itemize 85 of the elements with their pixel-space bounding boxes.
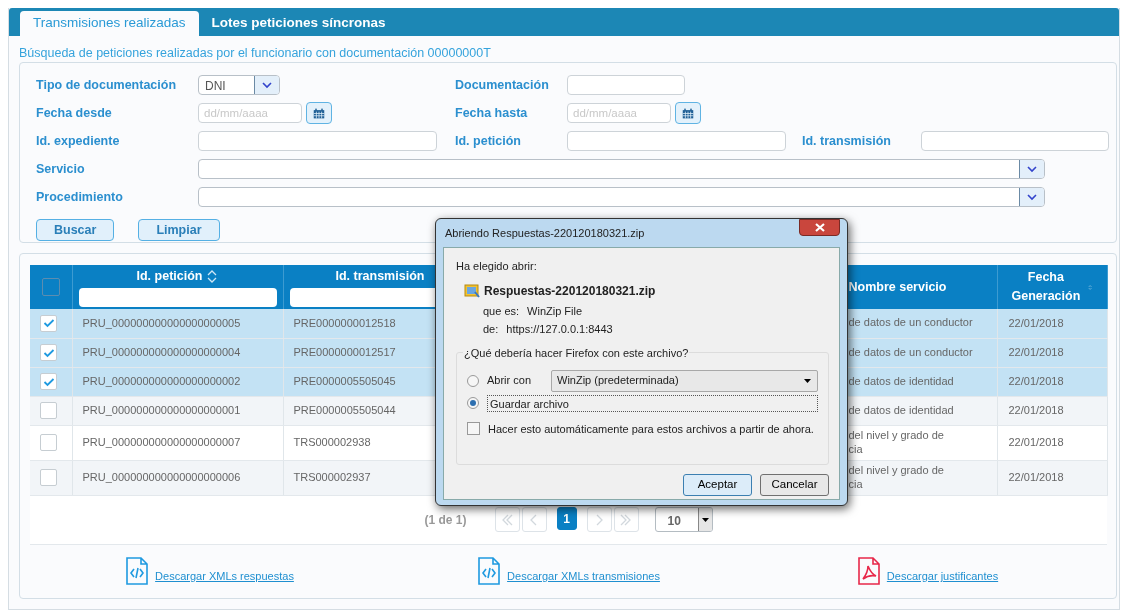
select-field[interactable] [198,159,1045,179]
check-icon [42,318,55,329]
option-label[interactable]: Guardar archivo [487,394,818,412]
table-cell: 22/01/2018 [997,396,1107,425]
intro-text: Ha elegido abrir: [456,259,538,274]
app-select[interactable]: WinZip (predeterminada) [551,369,818,392]
table-cell: 22/01/2018 [997,309,1107,338]
pdf-file-icon [856,556,881,585]
table-cell: 22/01/2018 [997,367,1107,396]
section-heading: Búsqueda de peticiones realizadas por el funcionario con documentación 00000000T [18,45,492,62]
dialog-title: Abriendo Respuestas-220120180321.zip [445,225,645,241]
table-cell: 22/01/2018 [997,460,1107,495]
input-field[interactable] [567,75,685,95]
code-file-icon [125,556,150,585]
input-field[interactable] [567,131,786,151]
download-link[interactable]: Descargar XMLs transmisiones [507,568,660,585]
previous-page-button[interactable] [521,507,547,532]
calendar-button[interactable] [306,102,332,124]
last-page-button[interactable] [613,507,639,532]
table-cell: 22/01/2018 [997,338,1107,367]
download-link[interactable]: Descargar justificantes [886,568,999,585]
detail-value: https://127.0.0.1:8443 [506,322,613,337]
table-cell: PRU_000000000000000000002 [72,367,283,396]
field-label: Fecha hasta [455,104,529,122]
column-header[interactable]: Id. transmisión [335,266,425,286]
chevron-down-icon [261,80,273,90]
close-button[interactable] [799,219,840,236]
table-cell: PRU_000000000000000000004 [72,338,283,367]
checkbox[interactable] [467,422,480,436]
next-page-button[interactable] [586,507,612,532]
check-icon [42,376,55,387]
page-summary: (1 de 1) [424,511,467,529]
column-header[interactable]: Id. petición [136,266,203,286]
first-page-button[interactable] [494,507,520,532]
table-cell: 22/01/2018 [997,425,1107,460]
dialog-button[interactable]: Aceptar [683,473,752,496]
action-button[interactable]: Limpiar [138,219,220,241]
file-name: Respuestas-220120180321.zip [484,282,656,300]
download-link[interactable]: Descargar XMLs respuestas [155,568,294,585]
page-size-select[interactable]: 10 [654,507,713,532]
table-cell: PRU_000000000000000000006 [72,460,283,495]
row-checkbox[interactable] [40,373,57,390]
input-field[interactable] [921,131,1109,151]
filter-field[interactable] [78,288,277,308]
check-icon [42,347,55,358]
field-label: Fecha desde [36,104,113,122]
field-label: Id. transmisión [802,132,892,150]
row-checkbox[interactable] [40,434,57,451]
last-page-icon [620,513,632,526]
field-label: Servicio [36,160,86,178]
table-cell: PRU_000000000000000000001 [72,396,283,425]
chevron-down-icon [1026,164,1038,174]
code-file-icon [477,556,502,585]
table-cell: PRU_000000000000000000007 [72,425,283,460]
sort-icon[interactable] [206,268,219,284]
close-icon [814,223,825,232]
caret-down-icon [804,378,811,383]
radio-button[interactable] [467,397,479,409]
field-label: Documentación [455,76,550,94]
dialog-button[interactable]: Cancelar [760,473,829,496]
archive-file-icon [464,283,480,298]
action-button[interactable]: Buscar [36,219,115,241]
tab[interactable]: Transmisiones realizadas [20,11,199,36]
table-cell: PRU_000000000000000000005 [72,309,283,338]
radio-button[interactable] [467,374,479,387]
caret-down-icon [701,517,709,522]
option-label[interactable]: Abrir con [487,372,543,389]
row-checkbox[interactable] [40,314,57,332]
page-button[interactable]: 1 [556,507,577,530]
row-checkbox[interactable] [40,344,57,361]
first-page-icon [501,513,513,526]
row-checkbox[interactable] [40,469,57,486]
field-label: Tipo de documentación [36,76,178,94]
field-label: Procedimiento [36,188,124,206]
chevron-down-icon [1026,192,1038,202]
field-label: Id. expediente [36,132,121,150]
input-field[interactable] [198,131,437,151]
select-field[interactable] [198,187,1045,207]
tab[interactable]: Lotes peticiones síncronas [198,11,399,36]
select-field[interactable]: DNI [198,75,280,95]
row-checkbox[interactable] [40,402,57,419]
select-all-checkbox[interactable] [42,278,60,296]
field-label: Id. petición [455,132,522,150]
detail-label: de: [483,322,499,337]
calendar-button[interactable] [675,102,701,124]
